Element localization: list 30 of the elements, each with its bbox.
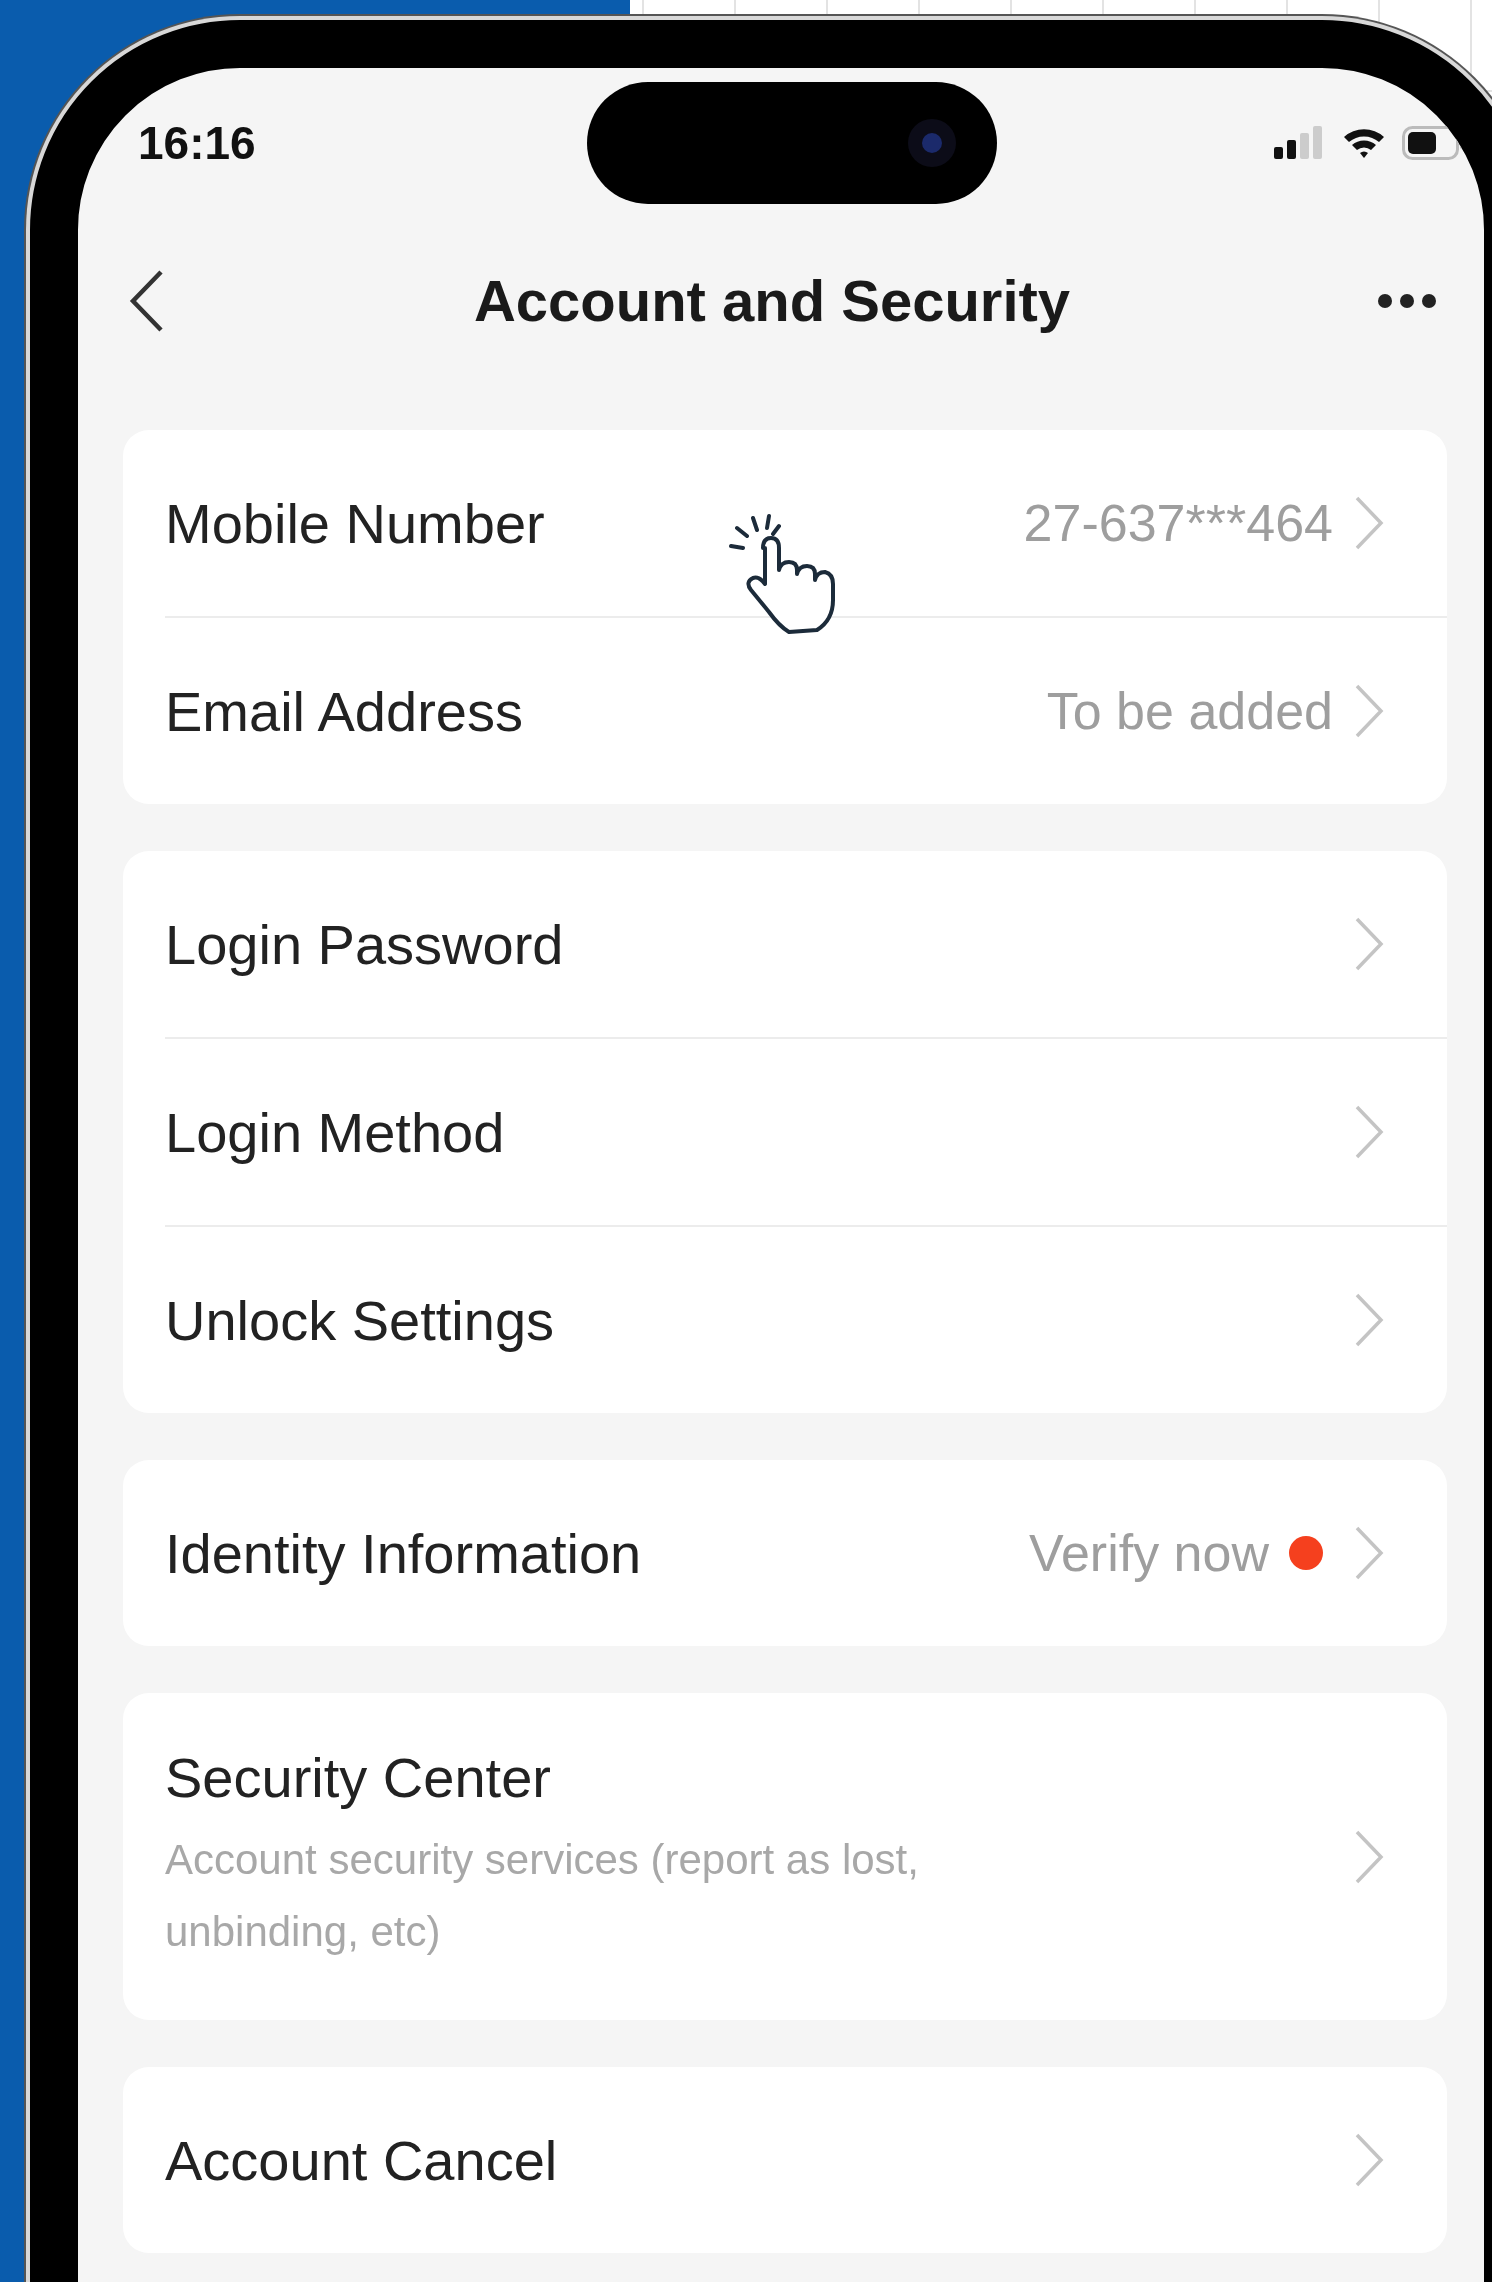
row-label: Unlock Settings bbox=[165, 1287, 556, 1353]
chevron-icon bbox=[1353, 494, 1385, 552]
row-value: Verify now bbox=[1029, 1523, 1269, 1583]
row-label: Security Center bbox=[165, 1745, 552, 1810]
chevron-icon bbox=[1353, 1103, 1385, 1161]
chevron-icon bbox=[1353, 915, 1385, 973]
page-title: Account and Security bbox=[473, 267, 1071, 334]
chevron-icon bbox=[1353, 1524, 1385, 1582]
status-time: 16:16 bbox=[138, 116, 257, 170]
row-label: Mobile Number bbox=[165, 490, 546, 556]
chevron-icon bbox=[1353, 1291, 1385, 1349]
settings-row[interactable]: Unlock Settings bbox=[165, 1225, 1447, 1413]
settings-row[interactable]: Identity Information Verify now bbox=[123, 1460, 1447, 1646]
settings-row[interactable]: Mobile Number 27-637***464 bbox=[123, 430, 1447, 616]
settings-row[interactable]: Security Center Account security services (report as lost, unbinding, etc) bbox=[123, 1693, 1447, 2020]
row-label: Identity Information bbox=[165, 1520, 643, 1586]
settings-row[interactable]: Login Password bbox=[123, 851, 1447, 1037]
row-label: Login Method bbox=[165, 1099, 506, 1165]
row-value: 27-637***464 bbox=[1023, 493, 1333, 553]
more-icon bbox=[1377, 292, 1437, 309]
camera-icon bbox=[907, 118, 957, 168]
chevron-icon bbox=[1353, 682, 1385, 740]
row-label: Account Cancel bbox=[165, 2127, 559, 2193]
chevron-icon bbox=[1353, 2131, 1385, 2189]
settings-row[interactable]: Account Cancel bbox=[123, 2067, 1447, 2253]
row-label: Email Address bbox=[165, 678, 524, 744]
row-label: Login Password bbox=[165, 911, 565, 977]
row-description: Account security services (report as lost, unbinding, etc) bbox=[165, 1835, 920, 1957]
settings-row[interactable]: Login Method bbox=[165, 1037, 1447, 1225]
row-value: To be added bbox=[1046, 681, 1333, 741]
